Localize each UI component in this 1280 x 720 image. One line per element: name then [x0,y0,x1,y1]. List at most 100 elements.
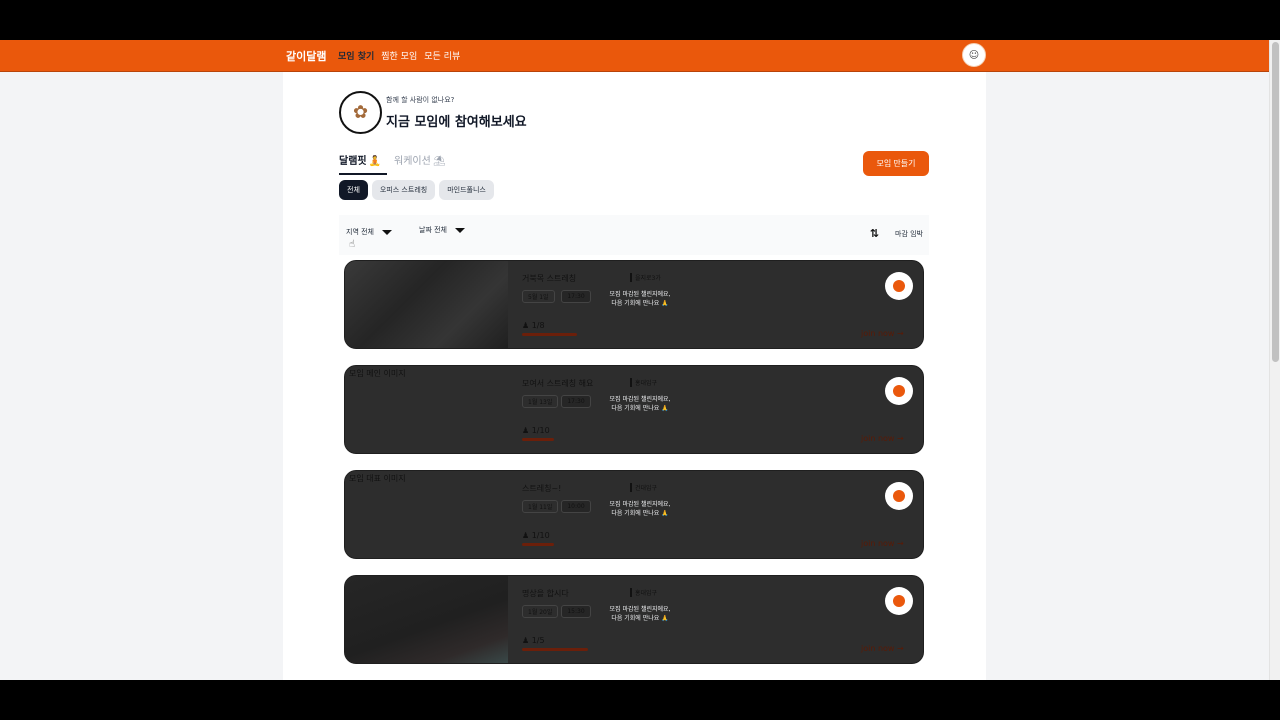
participant-count-value: 1/10 [531,426,550,435]
participant-count: ♟ 1/10 [522,426,550,435]
gathering-card[interactable]: 명상을 합시다 홍대입구 1월 20일 15:30 모집 마감된 챌린지에요, … [344,575,924,664]
join-now-link[interactable]: join now → [861,329,904,338]
like-button[interactable] [885,482,913,510]
gathering-thumbnail [345,261,508,348]
main-content: ✿ 함께 할 사람이 없나요? 지금 모임에 참여해보세요 달램핏 🧘 워케이션 ⛱… [283,72,986,680]
closed-message-line: 모집 마감된 챌린지에요, [609,501,671,508]
join-now-link[interactable]: join now → [861,644,904,653]
hero-subtitle: 함께 할 사람이 없나요? [386,96,455,104]
nav-item-find-gatherings[interactable]: 모임 찾기 [338,49,374,62]
heart-icon [893,385,905,397]
closed-message: 모집 마감된 챌린지에요, 다음 기회에 만나요 🙏 [600,605,680,623]
gathering-time-badge: 17:30 [561,290,591,303]
participant-count: ♟ 1/8 [522,321,545,330]
nav-menu: 모임 찾기 찜한 모임 모든 리뷰 [338,49,460,62]
gathering-location: 홍대입구 [630,588,657,597]
participant-progress-bar [522,543,554,546]
gathering-card[interactable]: 거북목 스트레칭 을지로3가 5월 1일 17:30 모집 마감된 챌린지에요,… [344,260,924,349]
logo[interactable]: 같이달램 [286,48,326,64]
closed-message-line: 다음 기회에 만나요 🙏 [611,300,669,307]
gathering-date-badge: 1월 13일 [522,395,559,408]
heart-icon [893,595,905,607]
like-button[interactable] [885,587,913,615]
browser-viewport: 같이달램 모임 찾기 찜한 모임 모든 리뷰 ☺ ✿ 함께 할 사람이 없나요?… [0,40,1280,680]
beach-icon: ⛱ [432,156,446,167]
profile-avatar[interactable]: ☺ [962,43,986,67]
participant-progress-bar [522,438,554,441]
nav-item-all-reviews[interactable]: 모든 리뷰 [424,49,460,62]
tab-workation-label: 워케이션 [394,156,431,167]
closed-message-line: 다음 기회에 만나요 🙏 [611,510,669,517]
category-tabs: 달램핏 🧘 워케이션 ⛱ [339,152,457,176]
thumbnail-alt-text: 모임 대표 이미지 [349,474,406,483]
date-filter-label: 날짜 전체 [419,226,447,234]
join-now-link[interactable]: join now → [861,539,904,548]
sort-arrows-icon: ⇅ [869,227,879,240]
nav-item-liked-gatherings[interactable]: 찜한 모임 [381,49,417,62]
tab-dallaemfit-label: 달램핏 [339,156,367,167]
participant-count: ♟ 1/10 [522,531,550,540]
heart-icon [893,280,905,292]
region-filter-label: 지역 전체 [346,228,374,236]
participant-count-value: 1/8 [531,321,545,330]
chip-all[interactable]: 전체 [339,180,368,200]
participant-progress-bar [522,333,577,336]
gathering-thumbnail: 모임 메인 이미지 [345,366,508,453]
closed-message: 모집 마감된 챌린지에요, 다음 기회에 만나요 🙏 [600,395,680,413]
like-button[interactable] [885,377,913,405]
like-button[interactable] [885,272,913,300]
gathering-title: 스트레칭~! [522,484,562,493]
gathering-date-badge: 5월 1일 [522,290,555,303]
avatar-face-icon: ☺ [968,49,980,61]
sort-dropdown[interactable]: ⇅ 마감 임박 [870,227,923,240]
gathering-time-badge: 10:00 [561,500,591,513]
gathering-title: 모여서 스트레칭 해요 [522,379,594,388]
page-title: 지금 모임에 참여해보세요 [386,115,527,130]
gathering-thumbnail [345,576,508,663]
filter-bar: 지역 전체 ☝ 날짜 전체 ⇅ 마감 임박 [339,215,929,255]
create-gathering-button[interactable]: 모임 만들기 [863,151,929,176]
chip-office-stretching[interactable]: 오피스 스트레칭 [371,180,436,200]
closed-message-line: 모집 마감된 챌린지에요, [609,396,671,403]
participant-count-value: 1/10 [531,531,550,540]
hero-illustration-icon: ✿ [339,91,382,134]
gathering-date-badge: 1월 20일 [522,605,559,618]
closed-message-line: 모집 마감된 챌린지에요, [609,606,671,613]
region-filter-dropdown[interactable]: 지역 전체 [346,227,392,237]
subcategory-chips: 전체 오피스 스트레칭 마인드풀니스 [339,180,494,200]
gathering-location: 건대입구 [630,483,657,492]
chip-mindfulness[interactable]: 마인드풀니스 [439,180,494,200]
gathering-card[interactable]: 모임 메인 이미지 모여서 스트레칭 해요 홍대입구 1월 13일 17:30 … [344,365,924,454]
gathering-date-badge: 1월 11일 [522,500,559,513]
gathering-card[interactable]: 모임 대표 이미지 스트레칭~! 건대입구 1월 11일 10:00 모집 마감… [344,470,924,559]
gathering-time-badge: 15:30 [561,605,591,618]
gathering-thumbnail: 모임 대표 이미지 [345,471,508,558]
gathering-location: 을지로3가 [630,273,661,282]
thumbnail-alt-text: 모임 메인 이미지 [349,369,406,378]
gathering-location: 홍대입구 [630,378,657,387]
participant-progress-bar [522,648,588,651]
tab-dallaemfit[interactable]: 달램핏 🧘 [339,152,387,175]
gathering-title: 거북목 스트레칭 [522,274,577,283]
caret-down-icon [455,227,465,233]
meditation-icon: 🧘 [368,156,382,167]
participant-count: ♟ 1/5 [522,636,545,645]
join-now-link[interactable]: join now → [861,434,904,443]
gathering-title: 명상을 합시다 [522,589,569,598]
closed-message-line: 다음 기회에 만나요 🙏 [611,615,669,622]
caret-down-icon [382,229,392,235]
gathering-time-badge: 17:30 [561,395,591,408]
hand-cursor-icon: ☝ [349,239,356,250]
scrollbar-thumb[interactable] [1272,42,1279,362]
date-filter-dropdown[interactable]: 날짜 전체 [419,225,465,235]
closed-message: 모집 마감된 챌린지에요, 다음 기회에 만나요 🙏 [600,290,680,308]
sort-label: 마감 임박 [895,229,923,238]
heart-icon [893,490,905,502]
top-navigation-bar: 같이달램 모임 찾기 찜한 모임 모든 리뷰 ☺ [0,40,1269,72]
closed-message-line: 모집 마감된 챌린지에요, [609,291,671,298]
participant-count-value: 1/5 [531,636,545,645]
closed-message-line: 다음 기회에 만나요 🙏 [611,405,669,412]
page-scrollbar[interactable] [1269,40,1280,680]
tab-workation[interactable]: 워케이션 ⛱ [394,152,446,173]
closed-message: 모집 마감된 챌린지에요, 다음 기회에 만나요 🙏 [600,500,680,518]
